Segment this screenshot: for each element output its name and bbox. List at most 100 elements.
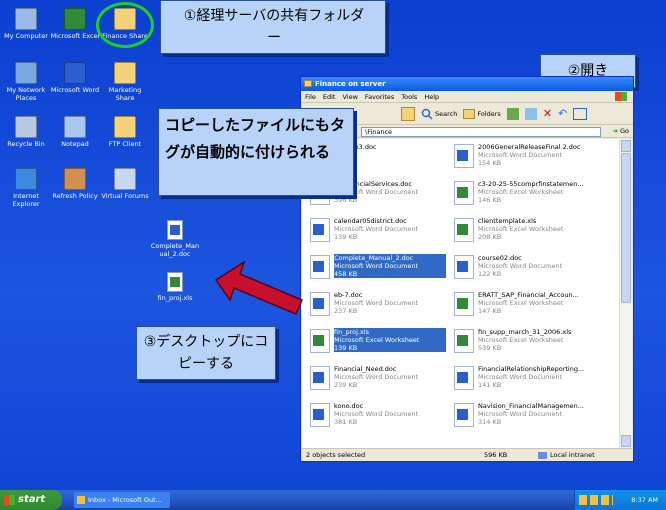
computer-icon bbox=[15, 8, 37, 30]
word-doc-icon bbox=[310, 292, 330, 316]
up-folder-icon[interactable] bbox=[401, 106, 415, 121]
desktop-icon-7[interactable]: Notepad bbox=[50, 116, 100, 148]
file-item[interactable]: FinancialRelationshipReporting... Microso… bbox=[450, 363, 590, 395]
desktop-icon-label: My Computer bbox=[4, 32, 48, 40]
menu-favorites[interactable]: Favorites bbox=[365, 93, 394, 101]
file-item[interactable]: 2006GeneralReleaseFinal 2.doc Microsoft W… bbox=[450, 141, 590, 173]
file-size: 237 KB bbox=[334, 307, 358, 315]
desktop-icon-label: Notepad bbox=[61, 140, 89, 148]
file-size: 314 KB bbox=[478, 418, 502, 426]
folder-title-icon bbox=[304, 80, 312, 87]
menu-view[interactable]: View bbox=[342, 93, 357, 101]
copy-to-icon[interactable] bbox=[524, 107, 537, 120]
file-item[interactable]: c3-20-25-55comprfinstatemen... Microsoft … bbox=[450, 178, 590, 210]
file-name: c3-20-25-55comprfinstatemen... bbox=[478, 180, 584, 188]
file-type: Microsoft Word Document bbox=[334, 373, 419, 381]
menu-bar: File Edit View Favorites Tools Help bbox=[301, 91, 633, 103]
window-titlebar[interactable]: Finance on server bbox=[301, 77, 633, 91]
desktop-icon-9[interactable]: Internet Explorer bbox=[1, 168, 51, 208]
taskbar-outlook[interactable]: Inbox - Microsoft Out... bbox=[74, 492, 170, 508]
vertical-scrollbar[interactable] bbox=[619, 139, 632, 448]
excel-doc-icon bbox=[454, 292, 474, 316]
shared-folder-icon bbox=[114, 62, 136, 84]
menu-tools[interactable]: Tools bbox=[401, 93, 417, 101]
finance-share-highlight bbox=[96, 2, 154, 48]
file-item[interactable]: eb-7.doc Microsoft Word Document 237 KB bbox=[306, 289, 446, 321]
file-item[interactable]: clienttemplate.xls Microsoft Excel Worksh… bbox=[450, 215, 590, 247]
views-icon[interactable] bbox=[573, 107, 588, 120]
desktop-icon-label: Microsoft Word bbox=[50, 86, 100, 94]
file-type: Microsoft Excel Worksheet bbox=[478, 225, 564, 233]
go-button[interactable]: ➜ Go bbox=[612, 127, 629, 135]
word-doc-icon bbox=[167, 220, 183, 240]
file-type: Microsoft Word Document bbox=[478, 373, 563, 381]
word-doc-icon bbox=[310, 255, 330, 279]
system-tray: 8:37 AM bbox=[574, 490, 666, 510]
window-title: Finance on server bbox=[315, 80, 386, 88]
desktop-icon-4[interactable]: Microsoft Word bbox=[50, 62, 100, 94]
file-name: kono.doc bbox=[334, 402, 364, 410]
desktop-icon-label: Recycle Bin bbox=[7, 140, 45, 148]
file-item[interactable]: Complete_Manual_2.doc Microsoft Word Docu… bbox=[306, 252, 446, 284]
menu-file[interactable]: File bbox=[305, 93, 316, 101]
desktop-icon-11[interactable]: Virtual Forums bbox=[100, 168, 150, 200]
delete-icon[interactable]: ✕ bbox=[543, 107, 552, 120]
scroll-thumb[interactable] bbox=[621, 153, 631, 303]
desktop-file-0[interactable]: Complete_Manual_2.doc bbox=[150, 220, 200, 258]
file-item[interactable]: kono.doc Microsoft Word Document 381 KB bbox=[306, 400, 446, 432]
excel-doc-icon bbox=[310, 329, 330, 353]
file-name: calendar05district.doc bbox=[334, 217, 407, 225]
file-size: 147 KB bbox=[478, 307, 502, 315]
file-item[interactable]: fin_proj.xls Microsoft Excel Worksheet 139… bbox=[306, 326, 446, 358]
file-name: fin_supp_march_31_2006.xls bbox=[478, 328, 572, 336]
file-type: Microsoft Word Document bbox=[334, 262, 419, 270]
word-doc-icon bbox=[310, 403, 330, 427]
desktop-icon-1[interactable]: Microsoft Excel bbox=[50, 8, 100, 40]
menu-edit[interactable]: Edit bbox=[323, 93, 336, 101]
desktop-icon-3[interactable]: My Network Places bbox=[1, 62, 51, 102]
file-name: 2006GeneralReleaseFinal 2.doc bbox=[478, 143, 581, 151]
file-size: 539 KB bbox=[478, 344, 502, 352]
move-to-icon[interactable] bbox=[506, 107, 519, 120]
start-button[interactable]: start bbox=[0, 490, 62, 510]
file-item[interactable]: course02.doc Microsoft Word Document 122 K… bbox=[450, 252, 590, 284]
file-item[interactable]: ERATT_SAP_Financial_Accoun... Microsoft E… bbox=[450, 289, 590, 321]
desktop-icon-label: Virtual Forums bbox=[101, 192, 149, 200]
file-item[interactable]: Financial_Need.doc Microsoft Word Documen… bbox=[306, 363, 446, 395]
taskbar: start Inbox - Microsoft Out... 8:37 AM bbox=[0, 490, 666, 510]
taskbar-outlook-label: Inbox - Microsoft Out... bbox=[88, 496, 162, 504]
desktop-icon-6[interactable]: Recycle Bin bbox=[1, 116, 51, 148]
desktop-icon-label: FTP Client bbox=[108, 140, 142, 148]
desktop-icon-8[interactable]: FTP Client bbox=[100, 116, 150, 148]
address-input[interactable]: \Finance bbox=[361, 127, 601, 137]
file-item[interactable]: Navision_FinancialManagemen... Microsoft … bbox=[450, 400, 590, 432]
file-size: 381 KB bbox=[334, 418, 358, 426]
file-item[interactable]: calendar05district.doc Microsoft Word Doc… bbox=[306, 215, 446, 247]
tray-icons[interactable] bbox=[579, 495, 613, 505]
clock[interactable]: 8:37 AM bbox=[631, 496, 658, 504]
excel-icon bbox=[64, 8, 86, 30]
undo-icon[interactable]: ↶ bbox=[558, 107, 567, 120]
ftp-icon bbox=[114, 116, 136, 138]
callout-share-folder-text: ①経理サーバの共有フォルダー bbox=[183, 8, 365, 46]
desktop-icon-label: My Network Places bbox=[6, 86, 46, 102]
file-name: FinancialRelationshipReporting... bbox=[478, 365, 585, 373]
desktop-icon-10[interactable]: Refresh Policy bbox=[50, 168, 100, 200]
desktop-file-1[interactable]: fin_proj.xls bbox=[150, 272, 200, 302]
recycle-bin-icon bbox=[15, 116, 37, 138]
desktop-icon-0[interactable]: My Computer bbox=[1, 8, 51, 40]
desktop-icon-5[interactable]: Marketing Share bbox=[100, 62, 150, 102]
status-selected: 2 objects selected bbox=[306, 451, 366, 459]
file-size: 139 KB bbox=[334, 233, 358, 241]
menu-help[interactable]: Help bbox=[424, 93, 439, 101]
word-doc-icon bbox=[454, 144, 474, 168]
scroll-up-button[interactable] bbox=[621, 140, 631, 152]
search-button[interactable]: Search bbox=[421, 108, 457, 120]
users-icon bbox=[64, 168, 86, 190]
callout-auto-tag: コピーしたファイルにもタグが自動的に付けられる bbox=[158, 108, 354, 196]
file-name: eb-7.doc bbox=[334, 291, 363, 299]
folders-button[interactable]: Folders bbox=[463, 108, 501, 119]
callout-copy-desktop: ③デスクトップにコピーする bbox=[136, 326, 276, 380]
scroll-down-button[interactable] bbox=[621, 435, 631, 447]
file-item[interactable]: fin_supp_march_31_2006.xls Microsoft Exce… bbox=[450, 326, 590, 358]
